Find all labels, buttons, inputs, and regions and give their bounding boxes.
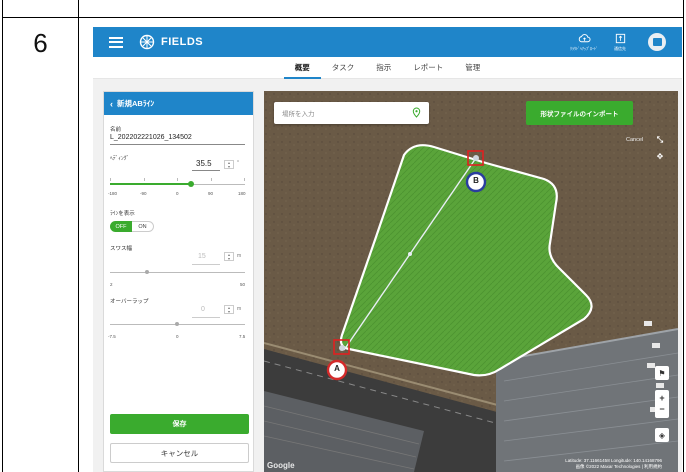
- location-search-input[interactable]: 場所を入力: [274, 102, 429, 124]
- tab-tasks[interactable]: タスク: [321, 57, 366, 79]
- flag-icon[interactable]: ⚑: [655, 366, 669, 380]
- back-chevron-icon[interactable]: ‹: [110, 99, 113, 109]
- heading-slider-fill: [110, 183, 191, 185]
- app-screenshot: FIELDS ｸﾗｳﾄﾞﾍｱｯﾌﾟﾛｰﾄﾞ 通信先 概要 タスク 指示 レポート…: [93, 27, 682, 472]
- swath-label: スワス幅: [110, 246, 133, 252]
- map-imagery: [264, 91, 678, 472]
- tab-admin[interactable]: 管理: [454, 57, 491, 79]
- swath-stepper[interactable]: ▴ ▾: [224, 252, 234, 261]
- panel-title: 新規ABﾗｲﾝ: [117, 99, 155, 108]
- content-area: ‹ 新規ABﾗｲﾝ 名前 L_202202221026_134502 ﾍﾃﾞｨﾝ…: [93, 79, 682, 472]
- heading-input[interactable]: 35.5: [196, 159, 212, 168]
- cloud-upload-button[interactable]: ｸﾗｳﾄﾞﾍｱｯﾌﾟﾛｰﾄﾞ: [566, 32, 602, 52]
- overlap-label: オーバーラップ: [110, 299, 149, 305]
- toggle-on[interactable]: ON: [132, 221, 154, 232]
- overlap-input[interactable]: 0: [201, 306, 205, 313]
- map-cancel-link[interactable]: Cancel: [626, 137, 643, 143]
- name-label: 名前: [110, 127, 122, 133]
- tab-instructions[interactable]: 指示: [365, 57, 402, 79]
- map-attribution: Latitude: 37.11661458 Longitude: 140.141…: [565, 458, 662, 469]
- show-line-toggle[interactable]: OFF ON: [110, 221, 154, 232]
- heading-unit: °: [237, 160, 239, 166]
- marker-b-label: B: [473, 176, 479, 185]
- brand-name: FIELDS: [161, 36, 204, 48]
- export-icon: [615, 33, 625, 44]
- panel-header: ‹ 新規ABﾗｲﾝ: [104, 92, 253, 115]
- fields-logo-icon: [139, 34, 155, 50]
- export-caption: 通信先: [614, 46, 626, 51]
- show-line-label: ﾗｲﾝを表示: [110, 211, 135, 217]
- layers-icon[interactable]: ◈: [655, 428, 669, 442]
- heading-slider-knob[interactable]: [188, 181, 194, 187]
- heading-label: ﾍﾃﾞｨﾝｸﾞ: [110, 156, 130, 162]
- step-number: 6: [33, 28, 48, 58]
- menu-icon[interactable]: [109, 36, 123, 48]
- overlap-slider-knob[interactable]: [175, 322, 179, 326]
- heading-stepper[interactable]: ▴ ▾: [224, 160, 234, 169]
- draw-tool-icon[interactable]: ⤡: [653, 133, 667, 147]
- cloud-upload-icon: [578, 34, 591, 43]
- marker-a-label: A: [334, 364, 340, 373]
- zoom-in-icon[interactable]: +: [659, 393, 664, 404]
- toggle-off[interactable]: OFF: [110, 221, 132, 232]
- location-pin-icon[interactable]: [411, 107, 422, 118]
- swath-slider-knob[interactable]: [145, 270, 149, 274]
- avatar[interactable]: [648, 33, 666, 51]
- overlap-unit: m: [237, 306, 242, 312]
- document-header-row: [3, 0, 683, 18]
- search-placeholder: 場所を入力: [282, 111, 315, 118]
- export-button[interactable]: 通信先: [602, 32, 638, 52]
- swath-input[interactable]: 15: [198, 253, 206, 260]
- swath-slider[interactable]: [110, 272, 245, 273]
- import-shapefile-button[interactable]: 形状ファイルのインポート: [526, 101, 633, 125]
- overlap-stepper[interactable]: ▴ ▾: [224, 305, 234, 314]
- move-tool-icon[interactable]: ✥: [653, 149, 667, 163]
- cancel-button[interactable]: キャンセル: [110, 443, 249, 463]
- name-input[interactable]: L_202202221026_134502: [110, 134, 192, 141]
- cloud-upload-caption: ｸﾗｳﾄﾞﾍｱｯﾌﾟﾛｰﾄﾞ: [570, 46, 598, 51]
- tab-reports[interactable]: レポート: [402, 57, 454, 79]
- tab-overview[interactable]: 概要: [283, 57, 321, 79]
- main-nav: 概要 タスク 指示 レポート 管理: [93, 57, 682, 79]
- swath-unit: m: [237, 253, 242, 259]
- zoom-out-icon[interactable]: −: [659, 404, 664, 415]
- top-bar: FIELDS ｸﾗｳﾄﾞﾍｱｯﾌﾟﾛｰﾄﾞ 通信先: [93, 27, 682, 57]
- google-logo: Google: [267, 461, 295, 470]
- save-button[interactable]: 保存: [110, 414, 249, 434]
- satellite-map[interactable]: A B 場所を入力 形状ファイルのインポート Cancel ⤡ ✥ ⚑ + − …: [264, 91, 678, 472]
- ab-line-panel: ‹ 新規ABﾗｲﾝ 名前 L_202202221026_134502 ﾍﾃﾞｨﾝ…: [103, 91, 254, 472]
- zoom-control[interactable]: + −: [655, 390, 669, 418]
